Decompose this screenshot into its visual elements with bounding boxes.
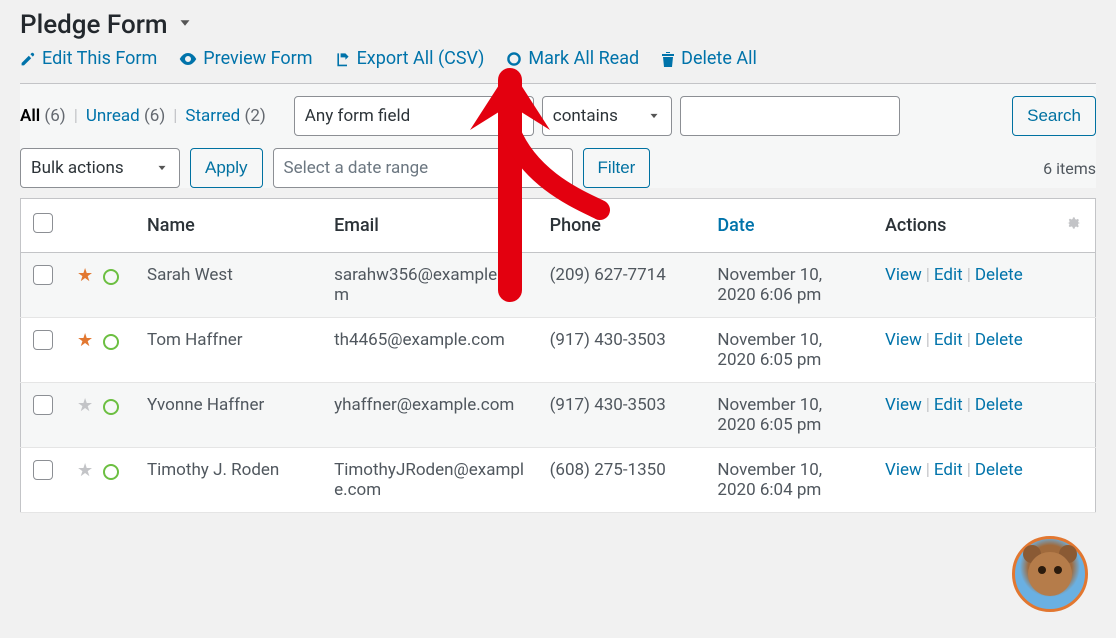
edit-link[interactable]: Edit: [934, 330, 963, 350]
read-indicator-icon[interactable]: [103, 269, 119, 285]
search-button[interactable]: Search: [1012, 96, 1096, 136]
export-all-link[interactable]: Export All (CSV): [335, 48, 485, 69]
view-link[interactable]: View: [885, 330, 922, 350]
filter-starred-label: Starred: [185, 106, 240, 126]
row-checkbox[interactable]: [33, 395, 53, 415]
delete-link[interactable]: Delete: [975, 395, 1023, 415]
filter-unread-count: (6): [144, 106, 165, 126]
delete-all-link[interactable]: Delete All: [661, 48, 757, 69]
filter-all-label: All: [20, 106, 40, 126]
export-icon: [335, 51, 351, 67]
cell-date: November 10, 2020 6:04 pm: [705, 448, 873, 513]
col-name[interactable]: Name: [135, 199, 322, 253]
view-link[interactable]: View: [885, 460, 922, 480]
date-range-input[interactable]: Select a date range: [273, 148, 573, 188]
bulk-actions-value: Bulk actions: [31, 158, 124, 178]
chevron-down-icon[interactable]: [176, 14, 194, 37]
mark-all-read-label: Mark All Read: [528, 48, 639, 69]
chevron-down-icon: [509, 109, 523, 123]
edit-link[interactable]: Edit: [934, 395, 963, 415]
delete-link[interactable]: Delete: [975, 265, 1023, 285]
field-select-value: Any form field: [305, 106, 410, 126]
table-row: ★ Yvonne Haffneryhaffner@example.com(917)…: [21, 383, 1096, 448]
star-icon[interactable]: ★: [77, 395, 93, 416]
search-value-input[interactable]: [680, 96, 900, 136]
row-checkbox[interactable]: [33, 460, 53, 480]
select-all-checkbox[interactable]: [33, 213, 53, 233]
read-indicator-icon[interactable]: [103, 464, 119, 480]
gear-icon[interactable]: [1065, 215, 1081, 236]
mascot-avatar[interactable]: [1012, 536, 1088, 612]
apply-button[interactable]: Apply: [190, 148, 263, 188]
filter-unread[interactable]: Unread (6): [86, 106, 165, 126]
edit-form-label: Edit This Form: [42, 48, 157, 69]
chevron-down-icon: [155, 161, 169, 175]
circle-icon: [506, 51, 522, 67]
filter-button[interactable]: Filter: [583, 148, 651, 188]
bulk-actions-select[interactable]: Bulk actions: [20, 148, 180, 188]
col-date[interactable]: Date: [705, 199, 873, 253]
filter-starred-count: (2): [245, 106, 266, 126]
cell-email: th4465@example.com: [322, 318, 537, 383]
edit-form-link[interactable]: Edit This Form: [20, 48, 157, 69]
table-row: ★ Timothy J. RodenTimothyJRoden@example.c…: [21, 448, 1096, 513]
table-row: ★ Tom Haffnerth4465@example.com(917) 430-…: [21, 318, 1096, 383]
col-email[interactable]: Email: [322, 199, 537, 253]
row-checkbox[interactable]: [33, 265, 53, 285]
cell-email: yhaffner@example.com: [322, 383, 537, 448]
star-icon[interactable]: ★: [77, 330, 93, 351]
cell-email: sarahw356@example.com: [322, 253, 537, 318]
star-icon[interactable]: ★: [77, 460, 93, 481]
view-link[interactable]: View: [885, 395, 922, 415]
items-count: 6 items: [1043, 159, 1096, 178]
cell-name: Timothy J. Roden: [135, 448, 322, 513]
date-range-placeholder: Select a date range: [284, 158, 429, 178]
cell-phone: (608) 275-1350: [538, 448, 706, 513]
cell-date: November 10, 2020 6:05 pm: [705, 383, 873, 448]
form-toolbar: Edit This Form Preview Form Export All (…: [20, 48, 1096, 84]
cell-phone: (917) 430-3503: [538, 383, 706, 448]
cell-name: Tom Haffner: [135, 318, 322, 383]
preview-form-label: Preview Form: [203, 48, 312, 69]
cell-date: November 10, 2020 6:05 pm: [705, 318, 873, 383]
cell-date: November 10, 2020 6:06 pm: [705, 253, 873, 318]
filter-all[interactable]: All (6): [20, 106, 66, 126]
read-indicator-icon[interactable]: [103, 334, 119, 350]
field-select[interactable]: Any form field: [294, 96, 534, 136]
cell-email: TimothyJRoden@example.com: [322, 448, 537, 513]
condition-select[interactable]: contains: [542, 96, 672, 136]
pencil-icon: [20, 51, 36, 67]
cell-name: Yvonne Haffner: [135, 383, 322, 448]
delete-link[interactable]: Delete: [975, 460, 1023, 480]
table-row: ★ Sarah Westsarahw356@example.com(209) 62…: [21, 253, 1096, 318]
page-title: Pledge Form: [20, 10, 168, 40]
delete-link[interactable]: Delete: [975, 330, 1023, 350]
entries-table: Name Email Phone Date Actions ★ Sarah Wes…: [20, 198, 1096, 513]
edit-link[interactable]: Edit: [934, 265, 963, 285]
cell-phone: (209) 627-7714: [538, 253, 706, 318]
view-filters: All (6) | Unread (6) | Starred (2): [20, 106, 266, 126]
col-actions: Actions: [873, 199, 1053, 253]
delete-all-label: Delete All: [681, 48, 757, 69]
col-phone[interactable]: Phone: [538, 199, 706, 253]
view-link[interactable]: View: [885, 265, 922, 285]
read-indicator-icon[interactable]: [103, 399, 119, 415]
edit-link[interactable]: Edit: [934, 460, 963, 480]
eye-icon: [179, 51, 197, 67]
export-all-label: Export All (CSV): [357, 48, 485, 69]
preview-form-link[interactable]: Preview Form: [179, 48, 312, 69]
trash-icon: [661, 51, 675, 67]
condition-select-value: contains: [553, 106, 618, 126]
chevron-down-icon: [647, 109, 661, 123]
cell-name: Sarah West: [135, 253, 322, 318]
filter-starred[interactable]: Starred (2): [185, 106, 265, 126]
star-icon[interactable]: ★: [77, 265, 93, 286]
filter-all-count: (6): [44, 106, 65, 126]
mark-all-read-link[interactable]: Mark All Read: [506, 48, 639, 69]
filter-unread-label: Unread: [86, 106, 140, 126]
row-checkbox[interactable]: [33, 330, 53, 350]
cell-phone: (917) 430-3503: [538, 318, 706, 383]
